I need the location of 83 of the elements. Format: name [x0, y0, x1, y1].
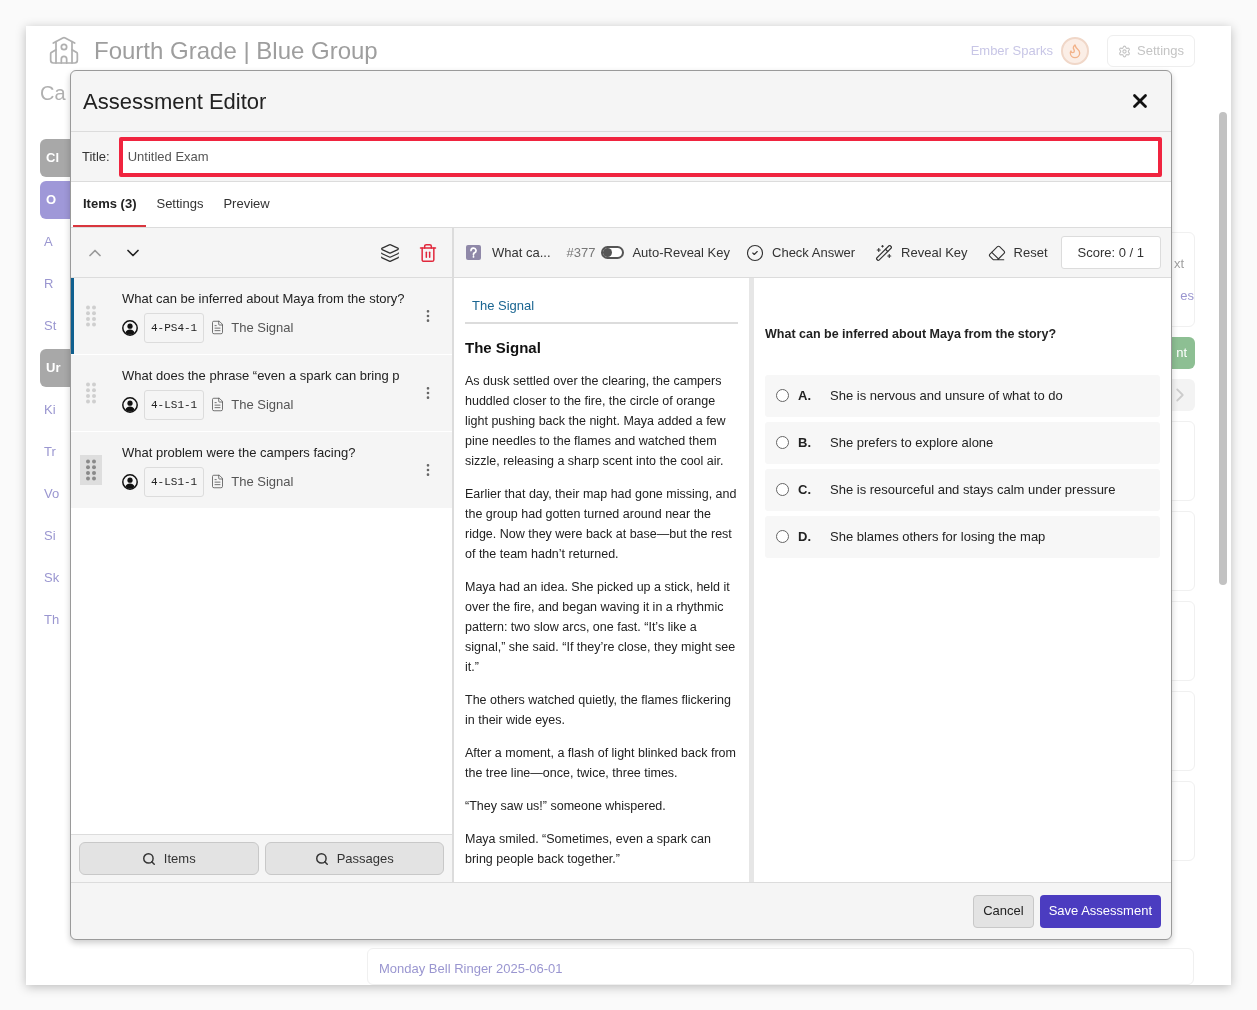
standard-tag: 4-LS1-1 — [144, 466, 205, 497]
question-prompt: What can be inferred about Maya from the story? — [765, 326, 1057, 343]
document-icon — [210, 320, 226, 336]
passage-link[interactable]: The Signal — [465, 298, 542, 313]
page-title: Fourth Grade | Blue Group — [94, 37, 378, 65]
passage-paragraph: After a moment, a flash of light blinked back from the tree line—once, twice, three times. — [465, 744, 737, 782]
radio-button[interactable] — [776, 436, 789, 450]
grip-icon — [86, 459, 96, 481]
document-icon — [210, 397, 226, 413]
passage-heading: The Signal — [465, 338, 542, 358]
choice-letter: B. — [798, 434, 812, 452]
item-question: What can be inferred about Maya from the story? — [122, 290, 406, 309]
eraser-icon — [987, 243, 1006, 262]
radio-button[interactable] — [776, 530, 789, 544]
page-subtitle: Ca — [40, 81, 66, 106]
choice-letter: D. — [798, 528, 812, 546]
settings-icon — [1118, 44, 1131, 58]
reveal-key-button[interactable]: Reveal Key — [875, 242, 968, 263]
question-summary: What ca... — [492, 243, 551, 262]
answer-choice[interactable]: B. She prefers to explore alone — [765, 421, 1160, 464]
answer-choice[interactable]: A. She is nervous and unsure of what to do — [765, 374, 1160, 417]
choice-letter: C. — [798, 481, 812, 499]
check-circle-icon — [746, 243, 764, 262]
choice-letter: A. — [798, 387, 812, 405]
search-icon — [141, 851, 156, 866]
toggle-label: Auto-Reveal Key — [632, 243, 730, 262]
layers-button[interactable] — [380, 242, 400, 263]
scrollbar-thumb[interactable] — [1219, 112, 1227, 585]
score-display: Score: 0 / 1 — [1060, 236, 1161, 269]
grip-icon — [86, 305, 96, 327]
answer-choice[interactable]: D. She blames others for losing the map — [765, 515, 1160, 558]
item-question: What problem were the campers facing? — [122, 444, 357, 463]
tab[interactable]: Settings — [146, 181, 214, 227]
search-button[interactable]: Passages — [264, 842, 444, 875]
answer-choice[interactable]: C. She is resourceful and stays calm under pressure — [765, 468, 1160, 511]
search-icon — [314, 851, 329, 866]
cancel-button[interactable]: Cancel — [973, 894, 1034, 928]
choice-text: She is nervous and unsure of what to do — [830, 387, 1063, 405]
passage-name: The Signal — [231, 396, 294, 414]
trash-icon — [418, 242, 438, 263]
reset-button[interactable]: Reset — [987, 242, 1048, 263]
title-field[interactable]: Untitled Exam — [118, 136, 1162, 177]
user-icon — [122, 319, 138, 336]
save-button[interactable]: Save Assessment — [1039, 894, 1161, 928]
question-icon — [466, 245, 481, 260]
layers-icon — [380, 242, 400, 263]
card-text: xt — [1173, 255, 1185, 273]
passage-paragraph: “They saw us!” someone whispered. — [465, 797, 667, 815]
flame-icon — [1067, 43, 1083, 59]
choice-text: She is resourceful and stays calm under pressure — [830, 481, 1116, 499]
auto-reveal-toggle[interactable] — [601, 246, 625, 259]
user-icon — [122, 473, 138, 490]
passage-paragraph: Earlier that day, their map had gone missing, and the group had gotten turned around near the ridge. Now they were back at base—but the rest of the team hadn’t returned. — [465, 485, 738, 563]
passage-paragraph: The others watched quietly, the flames flickering in their wide eyes. — [465, 691, 732, 729]
item-row[interactable]: What problem were the campers facing? 4-LS1-1 The Signal — [71, 432, 452, 508]
question-number: #377 — [566, 243, 596, 262]
item-question: What does the phrase “even a spark can bring p — [122, 367, 401, 386]
magic-wand-icon — [875, 243, 894, 262]
choice-text: She prefers to explore alone — [830, 434, 994, 452]
grip-icon — [86, 382, 96, 404]
drag-handle[interactable] — [80, 455, 102, 485]
card-title: Monday Bell Ringer 2025-06-01 — [379, 961, 564, 977]
standard-tag: 4-LS1-1 — [144, 389, 205, 420]
document-icon — [210, 474, 226, 490]
choice-text: She blames others for losing the map — [830, 528, 1046, 546]
tab[interactable]: Preview — [213, 181, 280, 227]
user-name: Ember Sparks — [970, 42, 1053, 61]
item-row[interactable]: What can be inferred about Maya from the story? 4-PS4-1 The Signal — [71, 278, 452, 354]
school-icon — [48, 35, 80, 67]
radio-button[interactable] — [776, 483, 789, 497]
delete-button[interactable] — [418, 242, 438, 263]
check-answer-button[interactable]: Check Answer — [746, 242, 856, 263]
user-icon — [122, 396, 138, 413]
radio-button[interactable] — [776, 389, 789, 403]
search-button[interactable]: Items — [79, 842, 259, 875]
dialog-title: Assessment Editor — [83, 87, 267, 116]
passage-paragraph: As dusk settled over the clearing, the campers huddled closer to the fire, the circle of orange light pushing back the night. Maya added a few pine needles to the flames and watched them sizzle, releasing a sharp scent into the cool air. — [465, 372, 727, 470]
passage-name: The Signal — [231, 473, 294, 491]
passage-name: The Signal — [231, 319, 294, 337]
item-row[interactable]: What does the phrase “even a spark can bring p 4-LS1-1 The Signal — [71, 355, 452, 431]
passage-paragraph: Maya had an idea. She picked up a stick, held it over the fire, and began waving it in a rhythmic pattern: two slow arcs, one fast. “It’s like a signal,” she said. “If they’re close, they might see it.” — [465, 578, 737, 676]
passage-paragraph: Maya smiled. “Sometimes, even a spark can bring people back together.” — [465, 830, 712, 868]
standard-tag: 4-PS4-1 — [144, 312, 205, 343]
